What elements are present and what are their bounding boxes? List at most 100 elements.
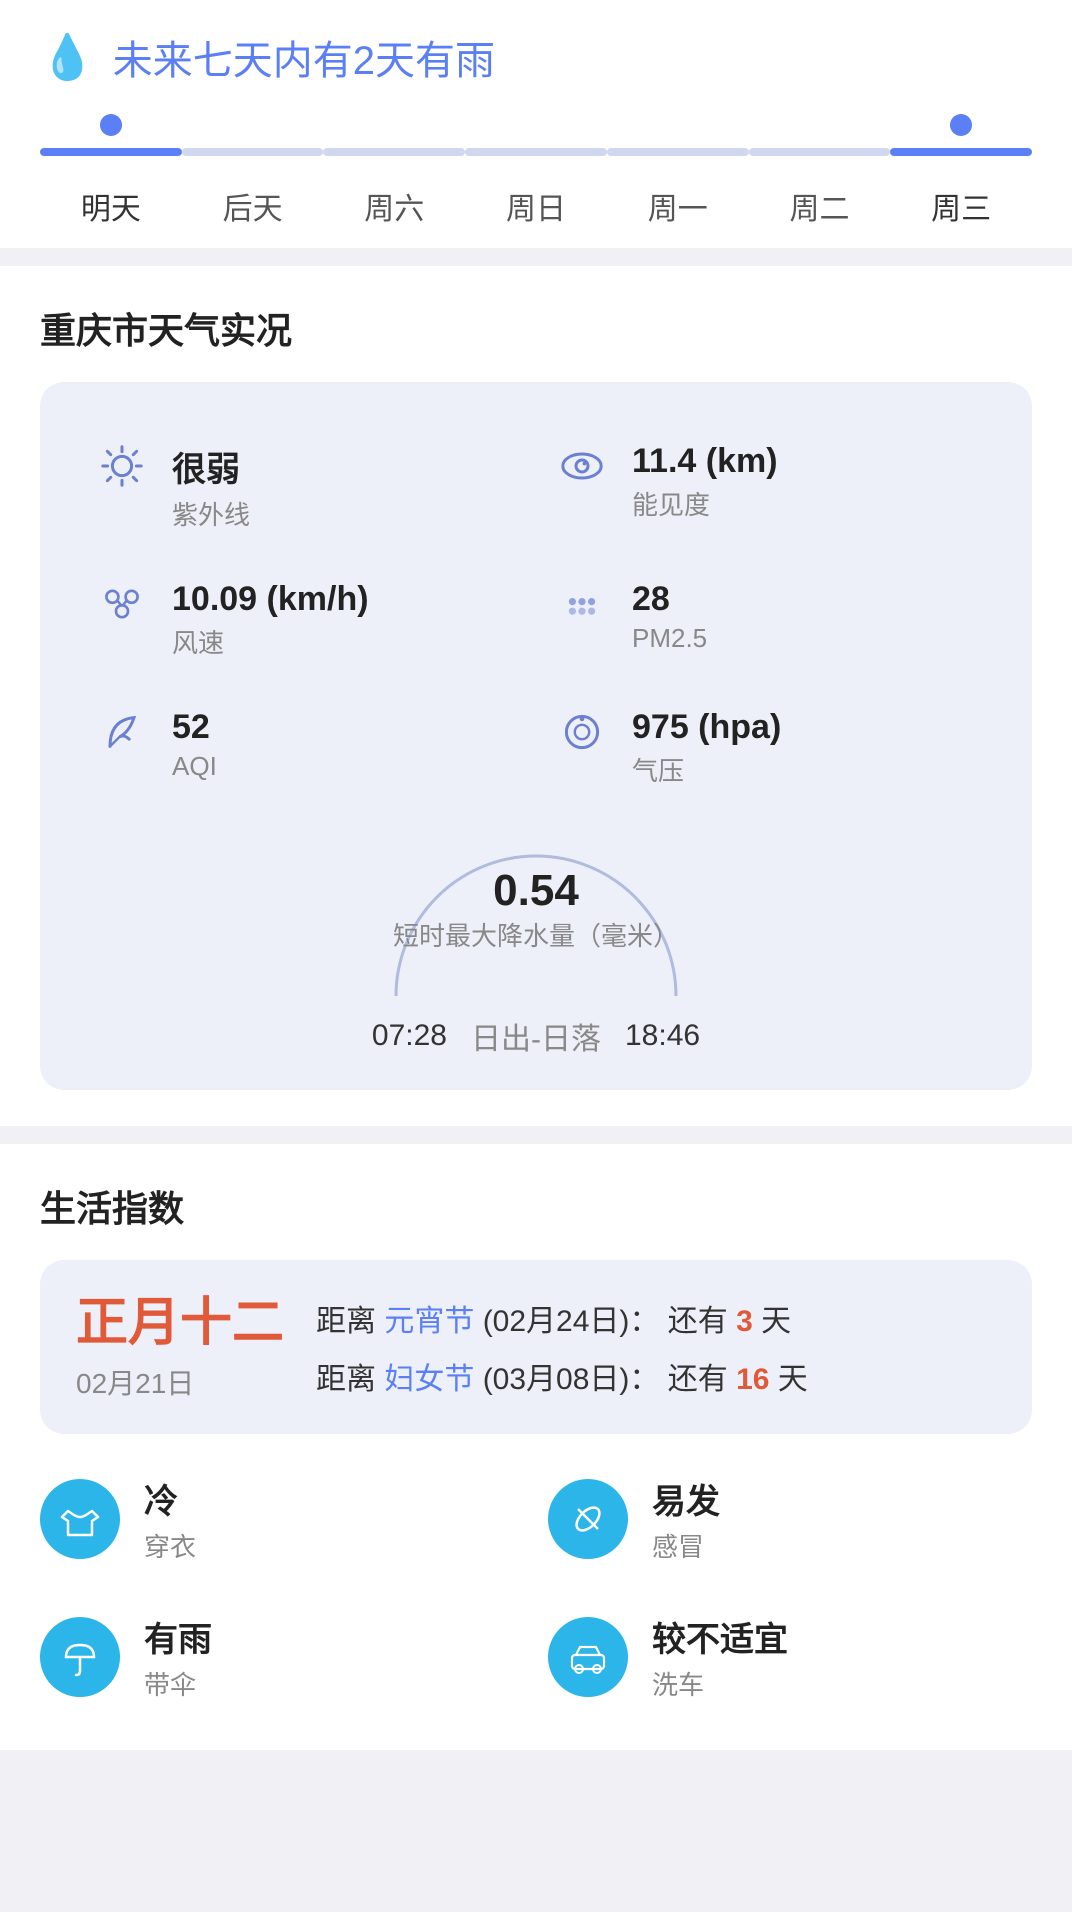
rainfall-section: 0.54 短时最大降水量（毫米） 07:28 日出-日落 18:46 (76, 828, 996, 1058)
life-info: 冷 穿衣 (144, 1474, 196, 1564)
tab-bar (182, 148, 324, 156)
life-icon-circle (548, 1479, 628, 1559)
header-title: 未来七天内有2天有雨 (113, 28, 495, 86)
lunar-big: 正月十二 (76, 1292, 284, 1354)
header-section: 💧 未来七天内有2天有雨 明天 后天 周六 周日 周一 周二 周三 (0, 0, 1072, 248)
life-label: 洗车 (652, 1665, 788, 1702)
rain-drop-icon: 💧 (40, 31, 95, 83)
life-section-title: 生活指数 (40, 1180, 1032, 1232)
day-tab-明天[interactable]: 明天 (40, 114, 182, 248)
sun-label: 日出-日落 (471, 1014, 601, 1058)
day-tab-周一[interactable]: 周一 (607, 114, 749, 248)
life-icon-circle (40, 1617, 120, 1697)
day-tab-周二[interactable]: 周二 (749, 114, 891, 248)
day-tab-周日[interactable]: 周日 (465, 114, 607, 248)
weather-icon (92, 580, 152, 628)
festival-days: 16 (736, 1363, 769, 1396)
festival-row-1: 距离 妇女节 (03月08日)： 还有 16 天 (316, 1354, 808, 1398)
weather-info: 11.4 (km) 能见度 (632, 442, 778, 522)
day-tab-后天[interactable]: 后天 (182, 114, 324, 248)
weather-label: 能见度 (632, 485, 778, 522)
weather-item: 很弱 紫外线 (76, 418, 536, 556)
weather-icon (552, 580, 612, 628)
weather-item: 975 (hpa) 气压 (536, 684, 996, 812)
weather-item: 10.09 (km/h) 风速 (76, 556, 536, 684)
life-label: 穿衣 (144, 1527, 196, 1564)
sep-2 (0, 1126, 1072, 1144)
rain-dot (100, 114, 122, 136)
calendar-card: 正月十二 02月21日 距离 元宵节 (02月24日)： 还有 3 天距离 妇女… (40, 1260, 1032, 1434)
weather-info: 975 (hpa) 气压 (632, 708, 781, 788)
weather-label: 紫外线 (172, 495, 250, 532)
life-value: 有雨 (144, 1612, 212, 1661)
life-icon-circle (40, 1479, 120, 1559)
festival-name: 元宵节 (384, 1305, 474, 1338)
life-icon-circle (548, 1617, 628, 1697)
life-value: 较不适宜 (652, 1612, 788, 1661)
weather-info: 28 PM2.5 (632, 580, 707, 654)
festival-name: 妇女节 (384, 1363, 474, 1396)
day-tabs: 明天 后天 周六 周日 周一 周二 周三 (40, 114, 1032, 248)
life-value: 冷 (144, 1474, 196, 1523)
weather-value: 28 (632, 580, 707, 619)
life-grid: 冷 穿衣 易发 感冒 有雨 带伞 较不适宜 洗车 (40, 1462, 1032, 1714)
weather-info: 52 AQI (172, 708, 217, 782)
life-item: 冷 穿衣 (40, 1462, 524, 1576)
sunrise-time: 07:28 (372, 1019, 447, 1053)
sunset-time: 18:46 (625, 1019, 700, 1053)
tab-label: 后天 (223, 168, 283, 248)
tab-bar (749, 148, 891, 156)
tab-label: 周日 (506, 168, 566, 248)
festival-block: 距离 元宵节 (02月24日)： 还有 3 天距离 妇女节 (03月08日)： … (316, 1292, 808, 1398)
sun-row: 07:28 日出-日落 18:46 (372, 1014, 700, 1058)
life-info: 有雨 带伞 (144, 1612, 212, 1702)
weather-label: PM2.5 (632, 623, 707, 654)
weather-value: 975 (hpa) (632, 708, 781, 747)
lunar-date-block: 正月十二 02月21日 (76, 1292, 284, 1402)
weather-card: 很弱 紫外线 11.4 (km) 能见度 10.09 (km/h) 风速 28 … (40, 382, 1032, 1090)
festival-row-0: 距离 元宵节 (02月24日)： 还有 3 天 (316, 1296, 808, 1340)
weather-value: 52 (172, 708, 217, 747)
tab-bar (607, 148, 749, 156)
life-item: 易发 感冒 (548, 1462, 1032, 1576)
weather-section: 重庆市天气实况 很弱 紫外线 11.4 (km) 能见度 10.09 (km/h… (0, 266, 1072, 1126)
tab-label: 周一 (648, 168, 708, 248)
weather-label: 风速 (172, 623, 369, 660)
weather-section-title: 重庆市天气实况 (40, 302, 1032, 354)
weather-item: 28 PM2.5 (536, 556, 996, 684)
weather-icon (92, 708, 152, 756)
rainfall-value: 0.54 (493, 866, 579, 916)
life-section: 生活指数 正月十二 02月21日 距离 元宵节 (02月24日)： 还有 3 天… (0, 1144, 1072, 1750)
rainfall-label: 短时最大降水量（毫米） (393, 916, 679, 953)
weather-info: 很弱 紫外线 (172, 442, 250, 532)
weather-value: 10.09 (km/h) (172, 580, 369, 619)
weather-item: 11.4 (km) 能见度 (536, 418, 996, 556)
life-info: 较不适宜 洗车 (652, 1612, 788, 1702)
tab-label: 明天 (81, 168, 141, 248)
tab-label: 周三 (931, 168, 991, 248)
tab-label: 周六 (364, 168, 424, 248)
arc-container: 0.54 短时最大降水量（毫米） (376, 836, 696, 1006)
tab-label: 周二 (789, 168, 849, 248)
sep-1 (0, 248, 1072, 266)
life-label: 感冒 (652, 1527, 720, 1564)
life-label: 带伞 (144, 1665, 212, 1702)
weather-icon (552, 708, 612, 756)
life-item: 有雨 带伞 (40, 1600, 524, 1714)
weather-item: 52 AQI (76, 684, 536, 812)
weather-info: 10.09 (km/h) 风速 (172, 580, 369, 660)
weather-icon (92, 442, 152, 490)
day-tab-周三[interactable]: 周三 (890, 114, 1032, 248)
weather-label: AQI (172, 751, 217, 782)
header-title-row: 💧 未来七天内有2天有雨 (40, 28, 1032, 86)
lunar-sub: 02月21日 (76, 1362, 284, 1402)
rain-dot (950, 114, 972, 136)
tab-bar (465, 148, 607, 156)
weather-value: 11.4 (km) (632, 442, 778, 481)
life-value: 易发 (652, 1474, 720, 1523)
arc-text-container: 0.54 短时最大降水量（毫米） (376, 866, 696, 953)
tab-bar (323, 148, 465, 156)
tab-bar (40, 148, 182, 156)
weather-grid: 很弱 紫外线 11.4 (km) 能见度 10.09 (km/h) 风速 28 … (76, 418, 996, 812)
day-tab-周六[interactable]: 周六 (323, 114, 465, 248)
